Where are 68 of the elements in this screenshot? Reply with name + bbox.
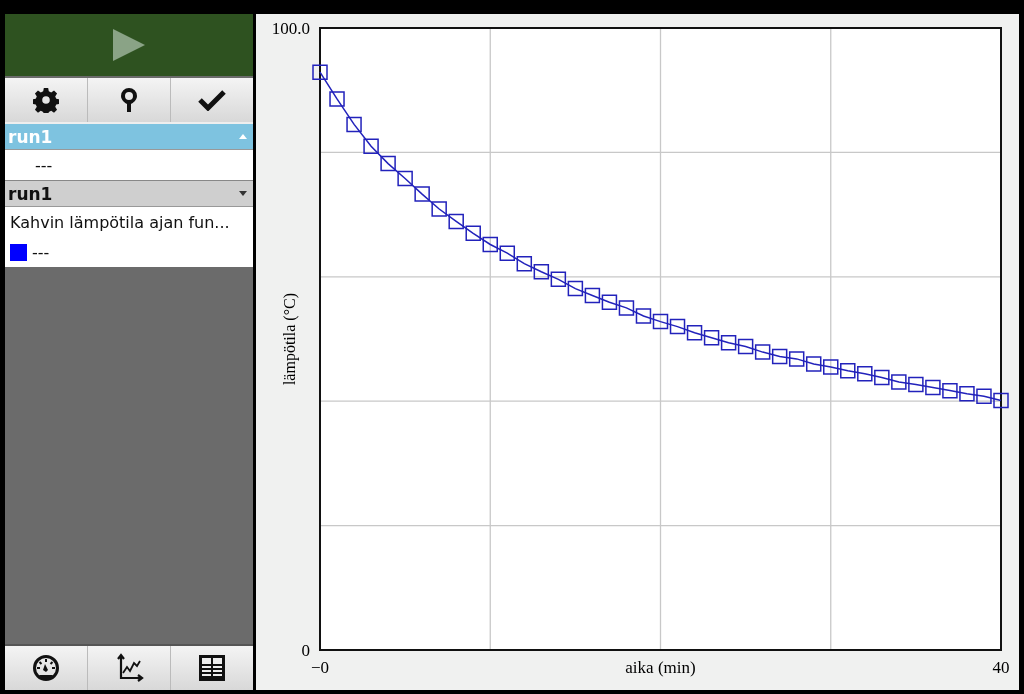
dataset-name: run1 — [8, 183, 53, 204]
data-point-marker — [942, 382, 958, 399]
data-point-marker — [686, 325, 703, 341]
data-point-marker — [380, 155, 396, 172]
data-point-marker — [499, 245, 516, 261]
table-button[interactable] — [171, 646, 253, 690]
data-point-marker — [329, 91, 345, 107]
data-point-marker — [823, 359, 839, 375]
y-tick-label: 0 — [301, 640, 310, 660]
table-icon — [198, 654, 226, 682]
data-point-marker — [584, 287, 601, 304]
data-point-marker — [959, 386, 975, 402]
data-point-marker — [363, 138, 379, 154]
data-point-marker — [431, 201, 447, 217]
data-point-marker — [857, 366, 873, 382]
data-point-marker — [516, 256, 533, 272]
graph-axes-icon — [114, 653, 144, 683]
data-point-marker — [703, 330, 720, 346]
data-point-marker — [993, 392, 1009, 409]
play-icon — [111, 28, 147, 62]
y-axis-label: lämpötila (°C) — [281, 292, 298, 386]
series-value: --- — [32, 242, 50, 262]
pin-button[interactable] — [88, 78, 170, 122]
data-point-marker — [754, 344, 771, 360]
dataset-name: run1 — [8, 126, 53, 147]
caret-icon — [239, 134, 247, 139]
data-point-marker — [737, 338, 754, 355]
data-point-marker — [312, 64, 328, 80]
settings-icon — [33, 87, 59, 113]
data-point-marker — [805, 356, 822, 372]
placeholder-value: --- — [35, 155, 53, 175]
data-point-marker — [601, 294, 618, 311]
caret-icon — [239, 191, 247, 196]
graph-button[interactable] — [88, 646, 170, 690]
data-point-marker — [448, 213, 464, 230]
check-button[interactable] — [171, 78, 253, 122]
data-point-marker — [346, 116, 362, 133]
data-point-marker — [874, 369, 890, 386]
data-point-marker — [567, 280, 584, 297]
data-point-marker — [635, 308, 652, 324]
data-point-marker — [788, 351, 805, 367]
data-point-marker — [652, 313, 669, 330]
gauge-icon — [32, 654, 60, 682]
dataset-header[interactable]: run1 — [5, 180, 253, 207]
data-point-marker — [482, 236, 498, 253]
data-point-marker — [976, 388, 992, 404]
data-point-marker — [908, 376, 924, 393]
data-point-marker — [397, 170, 413, 187]
data-point-marker — [771, 348, 788, 365]
map-pin-icon — [119, 87, 139, 113]
settings-button[interactable] — [5, 78, 87, 122]
data-point-marker — [891, 374, 907, 390]
y-tick-label: 100.0 — [271, 18, 310, 38]
dataset-title: Kahvin lämpötila ajan fun... — [10, 212, 230, 232]
data-point-marker — [669, 318, 686, 335]
data-point-marker — [533, 264, 550, 280]
meter-button[interactable] — [5, 646, 87, 690]
x-axis-label: aika (min) — [625, 658, 696, 677]
checkmark-icon — [198, 89, 226, 111]
data-point-marker — [840, 362, 856, 379]
data-point-marker — [720, 335, 737, 351]
data-point-marker — [414, 186, 430, 202]
data-point-marker — [465, 225, 481, 241]
data-point-marker — [550, 271, 567, 288]
data-point-marker — [925, 379, 941, 396]
x-tick-label: −0 — [310, 658, 330, 677]
data-point-marker — [618, 300, 635, 316]
x-tick-label: 40 — [992, 658, 1010, 677]
